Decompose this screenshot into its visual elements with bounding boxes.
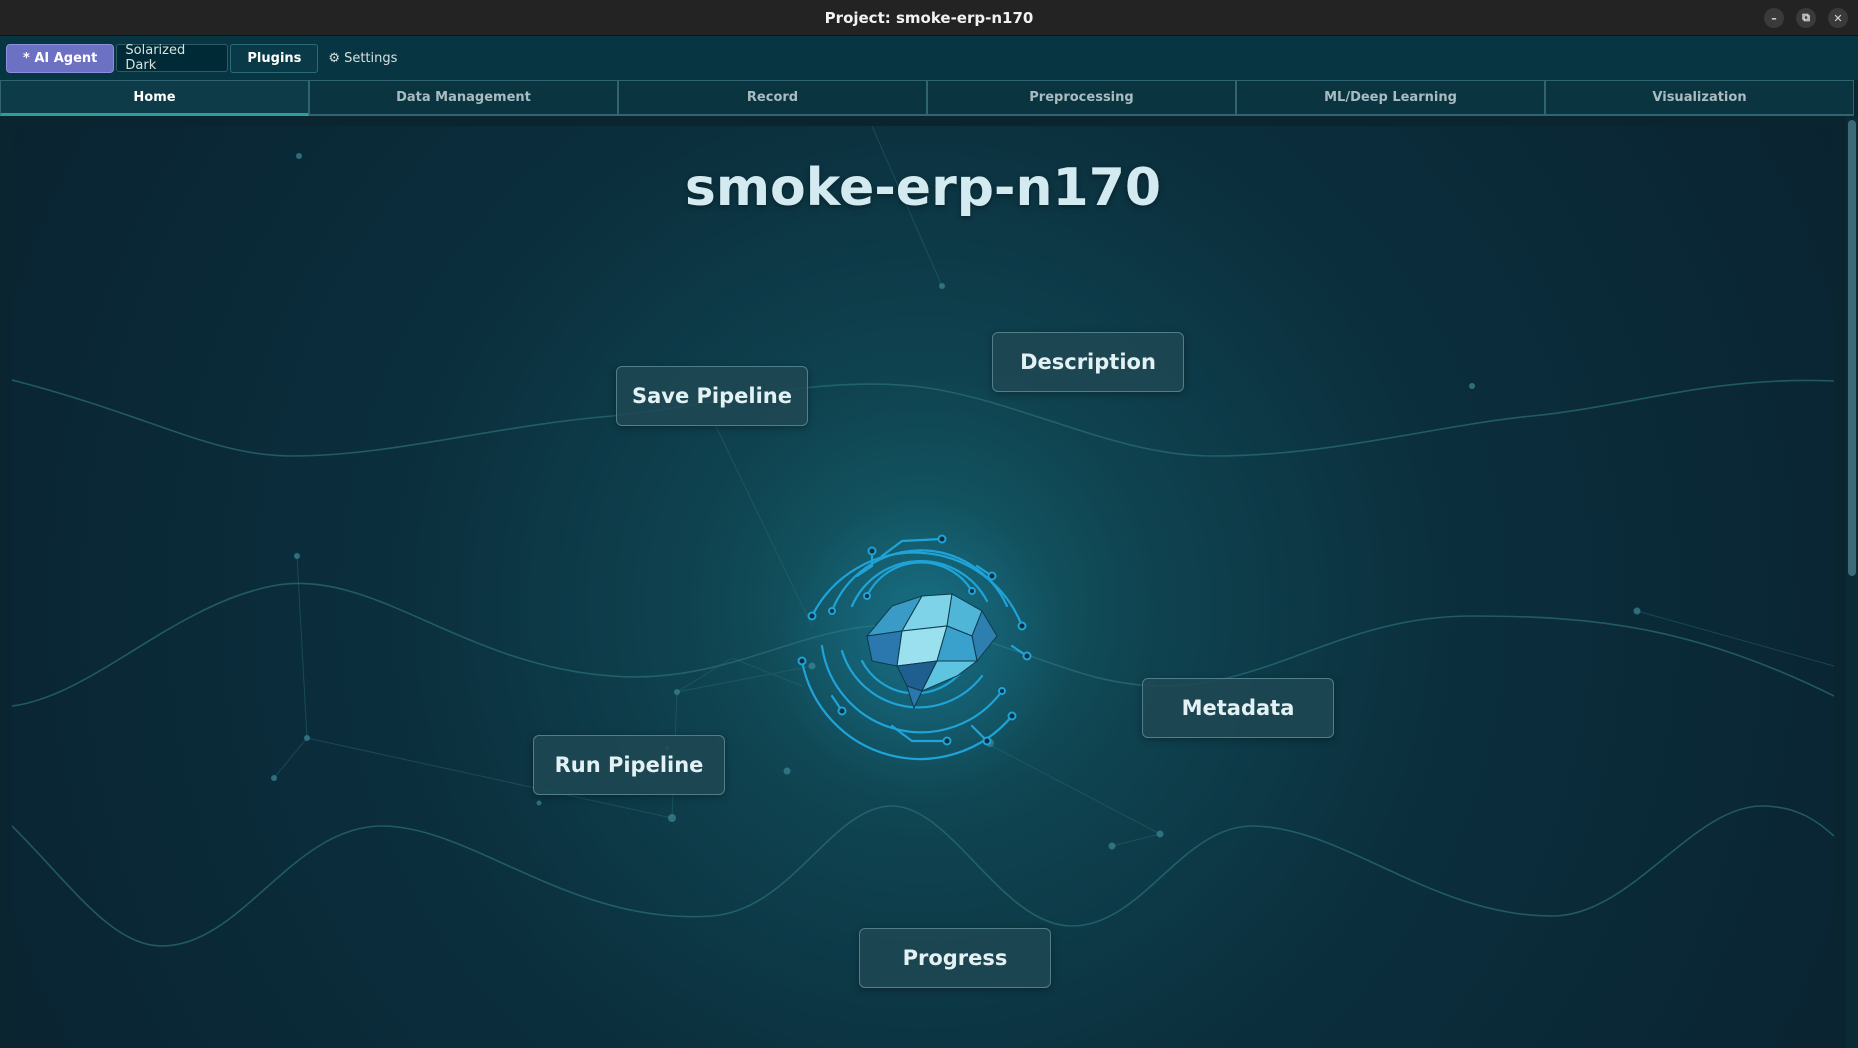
tab-preprocessing[interactable]: Preprocessing <box>927 80 1236 116</box>
scrollbar-thumb[interactable] <box>1848 120 1856 576</box>
window-controls: – ⧉ ✕ <box>1764 8 1848 28</box>
settings-label: Settings <box>344 50 398 66</box>
tab-home[interactable]: Home <box>0 80 309 116</box>
theme-selector[interactable]: Solarized Dark <box>116 43 229 73</box>
home-panel: smoke-erp-n170 Save Pipeline Description… <box>12 126 1834 1048</box>
ai-agent-button[interactable]: * AI Agent <box>6 43 115 73</box>
plugins-button[interactable]: Plugins <box>230 43 319 73</box>
run-pipeline-button[interactable]: Run Pipeline <box>533 735 725 795</box>
tab-ml-deep-learning[interactable]: ML/Deep Learning <box>1236 80 1545 116</box>
brain-circuit-icon <box>774 498 1070 794</box>
tab-data-management[interactable]: Data Management <box>309 80 618 116</box>
metadata-button[interactable]: Metadata <box>1142 678 1334 738</box>
save-pipeline-button[interactable]: Save Pipeline <box>616 366 808 426</box>
close-icon[interactable]: ✕ <box>1828 8 1848 28</box>
tab-visualization[interactable]: Visualization <box>1545 80 1854 116</box>
project-title: smoke-erp-n170 <box>684 158 1162 218</box>
maximize-icon[interactable]: ⧉ <box>1796 8 1816 28</box>
tab-record[interactable]: Record <box>618 80 927 116</box>
window-titlebar: Project: smoke-erp-n170 – ⧉ ✕ <box>0 0 1858 36</box>
progress-button[interactable]: Progress <box>859 928 1051 988</box>
main-toolbar: * AI Agent Solarized Dark Plugins ⚙ Sett… <box>0 36 1858 80</box>
main-tabbar: Home Data Management Record Preprocessin… <box>0 80 1854 116</box>
minimize-icon[interactable]: – <box>1764 8 1784 28</box>
window-title: Project: smoke-erp-n170 <box>824 8 1034 27</box>
gear-icon: ⚙ <box>328 50 341 66</box>
settings-button[interactable]: ⚙ Settings <box>320 51 405 66</box>
description-button[interactable]: Description <box>992 332 1184 392</box>
